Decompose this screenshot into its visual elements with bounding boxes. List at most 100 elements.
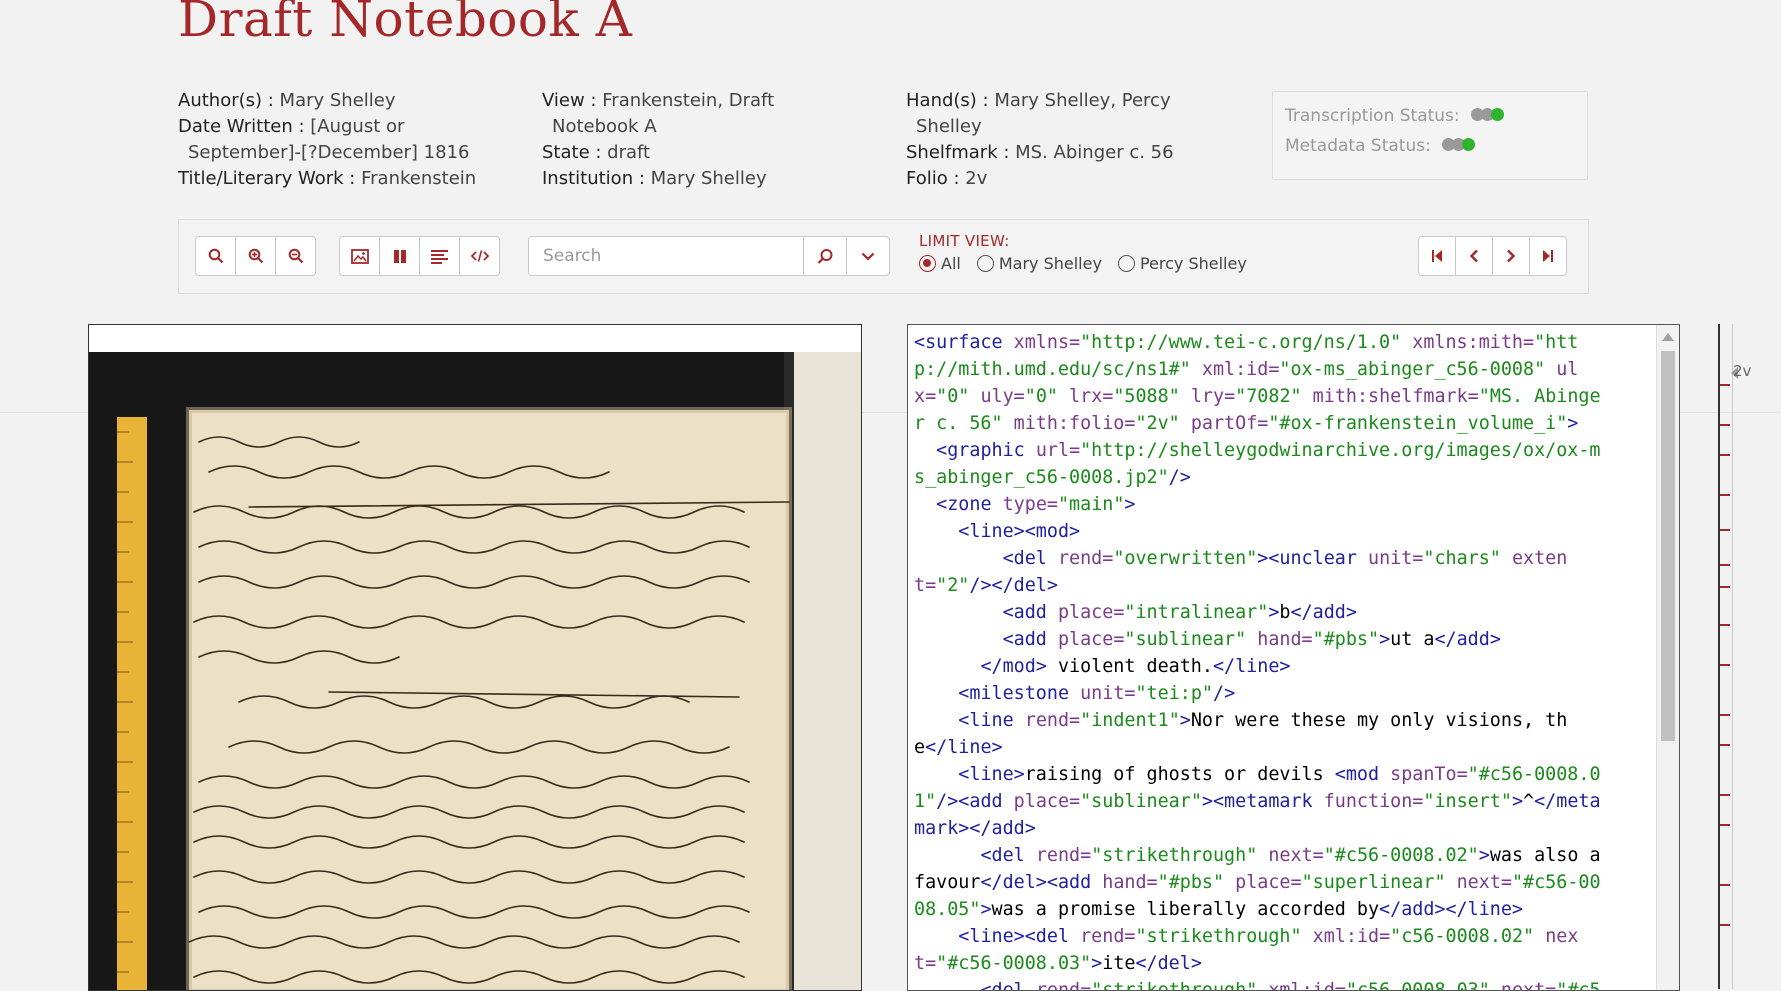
viewer-toolbar: LIMIT VIEW: All Mary Shelley Percy Shell… (178, 219, 1589, 294)
limit-option-label: Percy Shelley (1139, 254, 1247, 273)
folio-marker[interactable] (1720, 454, 1730, 456)
folio-marker[interactable] (1720, 714, 1730, 716)
search-icon (208, 248, 223, 264)
first-page-button[interactable] (1418, 236, 1456, 276)
folio-label: Folio : (906, 168, 960, 189)
folio-marker[interactable] (1720, 794, 1730, 796)
hands-label: Hand(s) : (906, 90, 989, 111)
zoom-button-group (195, 236, 316, 276)
folio-marker[interactable] (1720, 824, 1730, 826)
limit-view-label: LIMIT VIEW: (919, 232, 1010, 250)
scroll-thumb[interactable] (1661, 351, 1675, 741)
zoom-out-button[interactable] (275, 236, 316, 276)
zoom-in-icon (248, 248, 263, 264)
next-page-icon (1507, 249, 1516, 263)
folio-marker[interactable] (1720, 529, 1730, 531)
folio-marker[interactable] (1720, 664, 1730, 666)
metadata-status: Metadata Status: (1285, 136, 1476, 156)
split-view-button[interactable] (379, 236, 420, 276)
page-navigation (1418, 236, 1567, 276)
view-label: View : (542, 90, 597, 111)
radio-icon (976, 255, 994, 272)
page-title: Draft Notebook A (178, 0, 633, 48)
first-page-icon (1432, 250, 1442, 262)
text-view-button[interactable] (419, 236, 460, 276)
folio-marker[interactable] (1720, 744, 1730, 746)
manuscript-image[interactable] (89, 352, 861, 990)
folio-marker[interactable] (1720, 924, 1730, 926)
transcription-status-label: Transcription Status: (1285, 106, 1460, 126)
limit-option-mary-shelley[interactable]: Mary Shelley (976, 254, 1102, 273)
author-value: Mary Shelley (279, 90, 396, 111)
search-submit-button[interactable] (803, 236, 847, 276)
limit-option-percy-shelley[interactable]: Percy Shelley (1117, 254, 1247, 273)
folio-marker[interactable] (1720, 884, 1730, 886)
folio-marker[interactable] (1720, 384, 1730, 386)
date-value-line2: September]-[?December] 1816 (188, 142, 470, 163)
metadata-column-3: Hand(s) : Mary Shelley, Percy Shelley Sh… (906, 88, 1206, 192)
folio-marker[interactable] (1720, 564, 1730, 566)
tei-xml-panel[interactable]: <surface xmlns="http://www.tei-c.org/ns/… (907, 324, 1680, 991)
limit-option-all[interactable]: All (919, 254, 961, 273)
limit-option-label: All (941, 254, 961, 273)
hands-value-line1: Mary Shelley, Percy (994, 90, 1171, 111)
search-submit-icon (817, 248, 832, 264)
institution-label: Institution : (542, 168, 645, 189)
split-view-icon (393, 249, 406, 263)
date-value-line1: [August or (310, 116, 405, 137)
folio-marker[interactable] (1720, 494, 1730, 496)
state-value: draft (607, 142, 651, 163)
view-mode-button-group (339, 236, 500, 276)
shelfmark-label: Shelfmark : (906, 142, 1010, 163)
image-view-button[interactable] (339, 236, 380, 276)
search-input[interactable] (528, 236, 804, 276)
folio-marker[interactable] (1720, 424, 1730, 426)
manuscript-image-panel[interactable] (88, 324, 862, 991)
status-box: Transcription Status: Metadata Status: (1272, 91, 1588, 180)
institution-value: Mary Shelley (650, 168, 767, 189)
manuscript-page-illustration (89, 352, 861, 990)
limit-view: LIMIT VIEW: All Mary Shelley Percy Shell… (919, 232, 1247, 273)
xml-view-button[interactable] (459, 236, 500, 276)
last-page-icon (1543, 250, 1553, 262)
transcription-status-indicator (1471, 106, 1505, 126)
chevron-down-icon (861, 252, 875, 261)
search-options-dropdown[interactable] (846, 236, 890, 276)
next-page-button[interactable] (1492, 236, 1530, 276)
metadata-status-label: Metadata Status: (1285, 136, 1431, 156)
tei-xml-code: <surface xmlns="http://www.tei-c.org/ns/… (914, 332, 1601, 991)
transcription-status: Transcription Status: (1285, 106, 1505, 126)
folio-marker[interactable] (1720, 586, 1730, 588)
work-value: Frankenstein (361, 168, 477, 189)
metadata-column-1: Author(s) : Mary Shelley Date Written : … (178, 88, 498, 192)
search-button[interactable] (195, 236, 236, 276)
limit-option-label: Mary Shelley (998, 254, 1102, 273)
zoom-out-icon (288, 248, 303, 264)
folio-navigation-strip[interactable] (1718, 324, 1733, 989)
folio-value: 2v (965, 168, 988, 189)
scroll-up-icon[interactable] (1662, 333, 1674, 341)
folio-marker[interactable] (1720, 624, 1730, 626)
state-label: State : (542, 142, 602, 163)
last-page-button[interactable] (1529, 236, 1567, 276)
text-view-icon (431, 249, 448, 264)
shelfmark-value: MS. Abinger c. 56 (1015, 142, 1174, 163)
zoom-in-button[interactable] (235, 236, 276, 276)
radio-selected-icon (919, 255, 936, 272)
prev-page-icon (1469, 249, 1478, 263)
radio-icon (1117, 255, 1135, 272)
current-folio-label: 2v (1733, 362, 1752, 380)
view-value-line1: Frankenstein, Draft (602, 90, 775, 111)
view-value-line2: Notebook A (552, 116, 657, 137)
image-view-icon (350, 248, 369, 264)
date-label: Date Written : (178, 116, 305, 137)
hands-value-line2: Shelley (916, 116, 982, 137)
work-label: Title/Literary Work : (178, 168, 356, 189)
prev-page-button[interactable] (1455, 236, 1493, 276)
metadata-status-indicator (1442, 136, 1476, 156)
author-label: Author(s) : (178, 90, 274, 111)
metadata-column-2: View : Frankenstein, Draft Notebook A St… (542, 88, 842, 192)
xml-view-icon (470, 250, 489, 262)
code-scrollbar[interactable] (1656, 325, 1679, 990)
search-group (528, 236, 890, 276)
